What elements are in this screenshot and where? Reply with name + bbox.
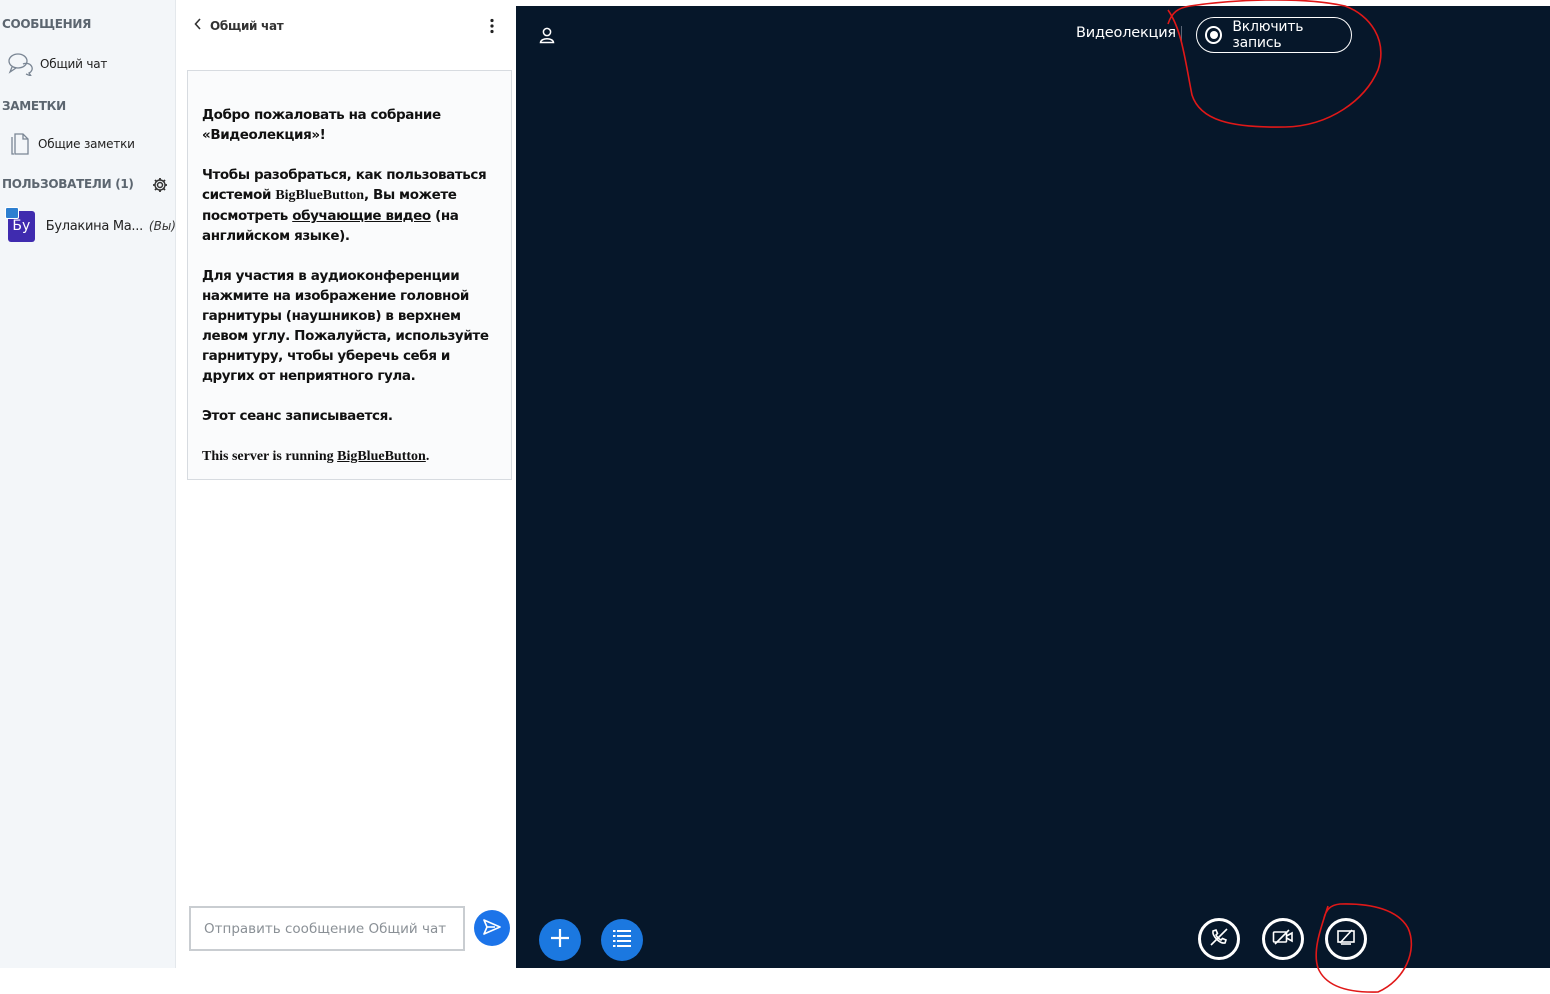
chat-panel: Общий чат Добро пожаловать на собрание «… bbox=[176, 0, 516, 968]
recording-notice: Этот сеанс записывается. bbox=[202, 408, 393, 424]
sidebar-item-public-chat[interactable]: Общий чат bbox=[0, 46, 176, 82]
user-list-item[interactable]: Бу Булакина Ма... (Вы) bbox=[0, 206, 176, 246]
share-webcam-button[interactable] bbox=[1262, 918, 1304, 960]
header-divider bbox=[1181, 26, 1182, 42]
welcome-paragraph: Добро пожаловать на собрание «Видеолекци… bbox=[202, 105, 497, 145]
avatar: Бу bbox=[5, 206, 35, 242]
screenshare-icon bbox=[1336, 928, 1356, 951]
record-icon bbox=[1205, 26, 1223, 44]
welcome-text: BigBlueButton bbox=[275, 188, 365, 203]
chat-back-button[interactable]: Общий чат bbox=[194, 17, 284, 35]
video-off-icon bbox=[1272, 928, 1294, 951]
welcome-text: . bbox=[425, 449, 430, 464]
bigbluebutton-link[interactable]: BigBlueButton bbox=[337, 449, 426, 464]
list-icon bbox=[611, 928, 633, 953]
meeting-name-text: Видеолекция bbox=[210, 127, 312, 143]
chevron-left-icon bbox=[194, 17, 202, 35]
audio-off-icon bbox=[1209, 927, 1229, 952]
messages-section-header: СООБЩЕНИЯ bbox=[2, 17, 92, 31]
sidebar-item-shared-notes[interactable]: Общие заметки bbox=[0, 126, 176, 162]
welcome-paragraph: Этот сеанс записывается. bbox=[202, 406, 497, 426]
welcome-message: Добро пожаловать на собрание «Видеолекци… bbox=[187, 70, 512, 480]
presentation-area: Видеолекция Включить запись bbox=[516, 6, 1550, 968]
kebab-menu-icon[interactable] bbox=[488, 18, 496, 34]
user-icon[interactable] bbox=[538, 26, 556, 44]
actions-button[interactable] bbox=[539, 919, 581, 961]
presenter-badge-icon bbox=[5, 206, 19, 219]
meeting-title: Видеолекция bbox=[1076, 25, 1176, 41]
screenshare-button[interactable] bbox=[1325, 918, 1367, 960]
chat-title: Общий чат bbox=[210, 19, 284, 33]
polls-button[interactable] bbox=[601, 919, 643, 961]
document-icon bbox=[0, 131, 40, 157]
chat-message-input[interactable] bbox=[189, 906, 465, 951]
chat-bubbles-icon bbox=[0, 52, 40, 76]
users-section-header: ПОЛЬЗОВАТЕЛИ (1) bbox=[2, 177, 134, 191]
user-self-marker: (Вы) bbox=[148, 219, 176, 233]
welcome-paragraph: This server is running BigBlueButton. bbox=[202, 446, 497, 467]
send-button[interactable] bbox=[474, 910, 510, 946]
avatar-initials: Бу bbox=[12, 218, 31, 234]
gear-icon[interactable] bbox=[152, 177, 168, 193]
sidebar-item-label: Общие заметки bbox=[38, 137, 135, 151]
tutorial-videos-link[interactable]: обучающие видео bbox=[292, 208, 431, 224]
welcome-text: This server is running bbox=[202, 449, 338, 464]
chat-header: Общий чат bbox=[176, 6, 516, 46]
welcome-paragraph: Чтобы разобраться, как пользоваться сист… bbox=[202, 165, 497, 246]
start-recording-button[interactable]: Включить запись bbox=[1196, 17, 1352, 53]
notes-section-header: ЗАМЕТКИ bbox=[2, 99, 66, 113]
plus-icon bbox=[549, 927, 571, 954]
record-button-label: Включить запись bbox=[1232, 19, 1304, 51]
user-list-sidebar: СООБЩЕНИЯ Общий чат ЗАМЕТКИ Общие заметк… bbox=[0, 0, 176, 968]
welcome-paragraph: Для участия в аудиоконференции нажмите н… bbox=[202, 266, 497, 386]
user-name: Булакина Ма... bbox=[45, 218, 143, 234]
sidebar-item-label: Общий чат bbox=[40, 57, 108, 71]
join-audio-button[interactable] bbox=[1198, 918, 1240, 960]
welcome-text: »! bbox=[311, 127, 326, 143]
send-icon bbox=[483, 918, 501, 938]
